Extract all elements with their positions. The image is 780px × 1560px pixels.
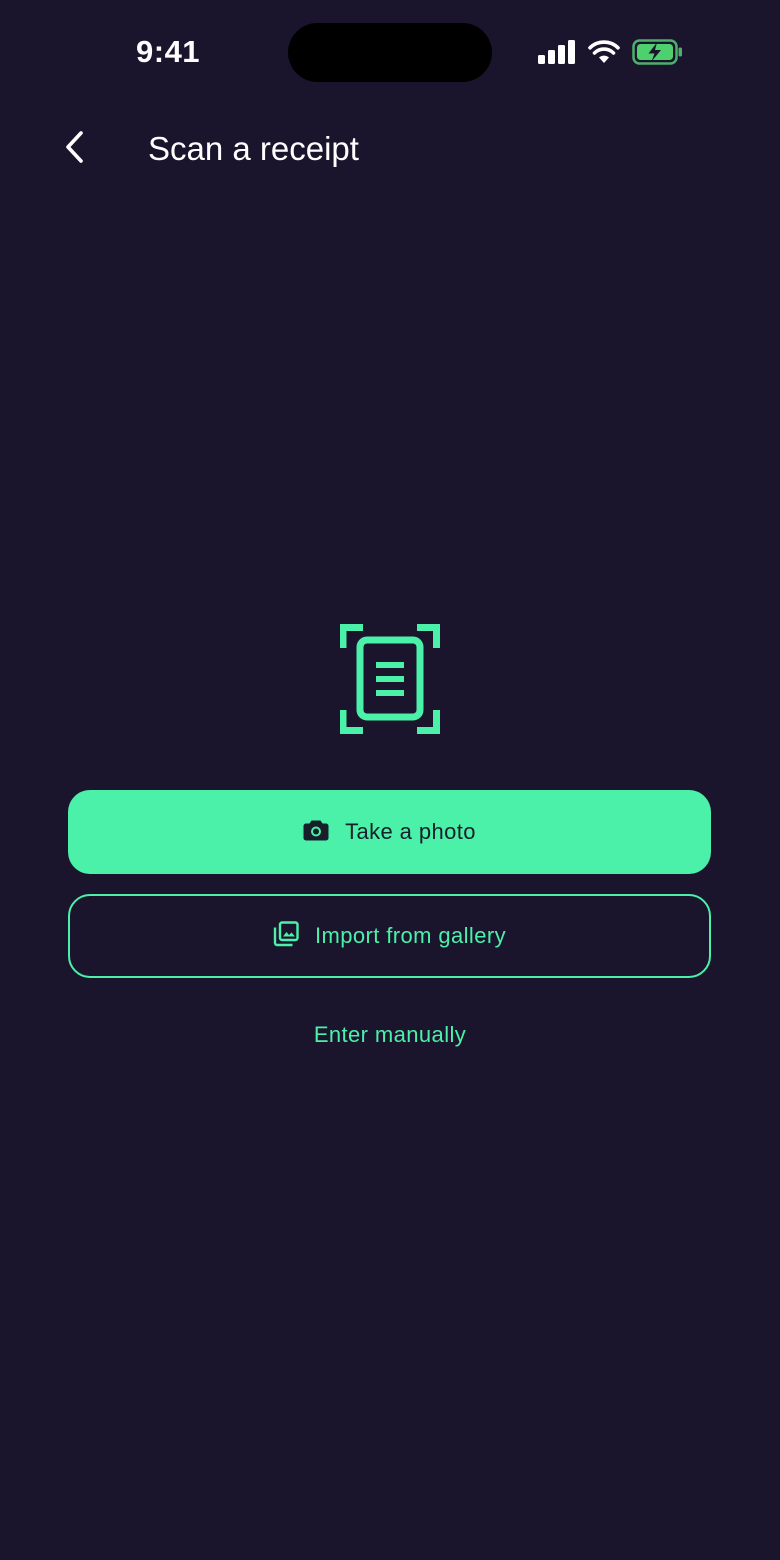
- back-button[interactable]: [52, 126, 98, 172]
- chevron-left-icon: [63, 130, 87, 169]
- status-time: 9:41: [136, 34, 201, 69]
- top-app-bar: Scan a receipt: [0, 110, 780, 186]
- take-photo-label: Take a photo: [345, 819, 476, 844]
- enter-manually-link[interactable]: Enter manually: [0, 1022, 780, 1048]
- wifi-icon: [588, 40, 620, 64]
- import-gallery-label: Import from gallery: [315, 923, 506, 948]
- dynamic-island: [288, 23, 492, 82]
- battery-charging-icon: [632, 39, 684, 65]
- receipt-scan-icon: [339, 624, 440, 734]
- camera-icon: [303, 819, 329, 846]
- status-icons: [538, 38, 684, 66]
- gallery-icon: [273, 920, 299, 952]
- status-bar: 9:41: [0, 0, 780, 100]
- scan-receipt-screen: 9:41 Scan a receipt Take a photo Import …: [0, 0, 780, 1560]
- cellular-signal-icon: [538, 40, 576, 64]
- import-gallery-button[interactable]: Import from gallery: [68, 894, 711, 978]
- take-photo-button[interactable]: Take a photo: [68, 790, 711, 874]
- page-title: Scan a receipt: [148, 130, 359, 167]
